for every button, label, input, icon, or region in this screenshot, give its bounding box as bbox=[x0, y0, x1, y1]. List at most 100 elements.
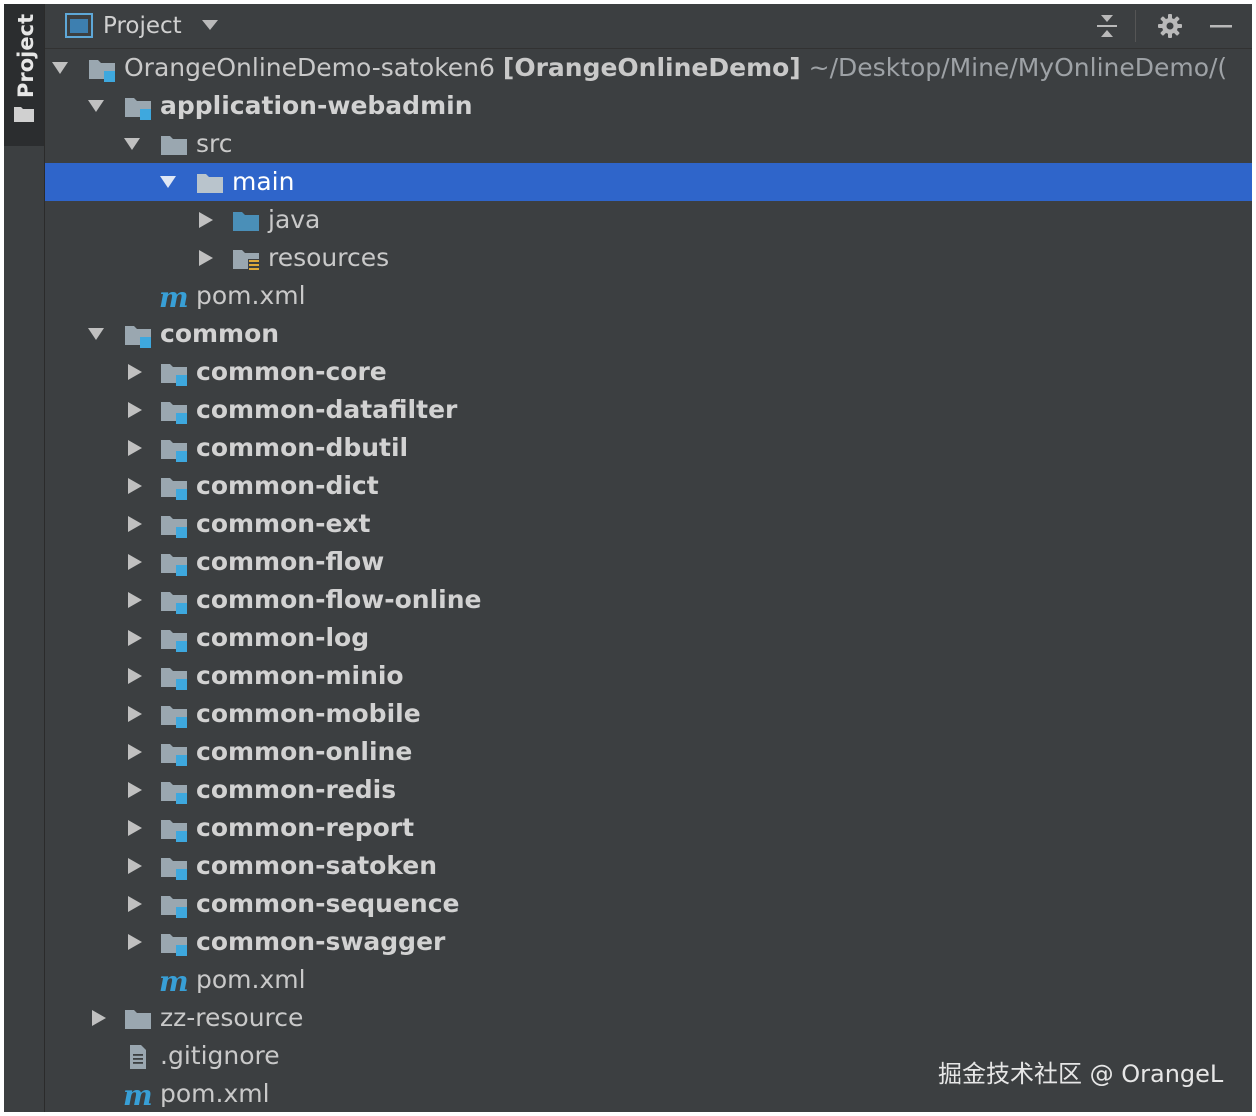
tree-label: common-core bbox=[196, 357, 387, 386]
tree-row-application-webadmin[interactable]: application-webadmin bbox=[45, 87, 1252, 125]
module-folder-icon bbox=[125, 326, 151, 348]
tree-label: common-redis bbox=[196, 775, 397, 804]
tree-row-pom[interactable]: m pom.xml bbox=[45, 277, 1252, 315]
module-folder-icon bbox=[161, 782, 187, 804]
collapsed-arrow-icon[interactable] bbox=[125, 630, 143, 646]
tree-label: resources bbox=[268, 243, 390, 272]
module-folder-icon bbox=[89, 60, 115, 82]
module-folder-icon bbox=[161, 820, 187, 842]
tree-label: common-datafilter bbox=[196, 395, 458, 424]
collapsed-arrow-icon[interactable] bbox=[125, 858, 143, 874]
tree-row-root[interactable]: OrangeOnlineDemo-satoken6 [OrangeOnlineD… bbox=[45, 49, 1252, 87]
tree-label: .gitignore bbox=[160, 1041, 280, 1070]
tree-row-common-module[interactable]: common-ext bbox=[45, 505, 1252, 543]
folder-icon bbox=[161, 136, 187, 155]
tree-label: pom.xml bbox=[196, 965, 306, 994]
expanded-arrow-icon[interactable] bbox=[159, 174, 177, 190]
tree-label: common-online bbox=[196, 737, 413, 766]
collapsed-arrow-icon[interactable] bbox=[125, 668, 143, 684]
tree-label: common-dbutil bbox=[196, 433, 409, 462]
collapsed-arrow-icon[interactable] bbox=[125, 554, 143, 570]
expanded-arrow-icon[interactable] bbox=[123, 136, 141, 152]
module-folder-icon bbox=[161, 668, 187, 690]
tree-label: pom.xml bbox=[196, 281, 306, 310]
tree-row-common-module[interactable]: common-mobile bbox=[45, 695, 1252, 733]
tree-row-zz-resource[interactable]: zz-resource bbox=[45, 999, 1252, 1037]
tree-row-common-module[interactable]: common-flow-online bbox=[45, 581, 1252, 619]
left-tool-strip: Project bbox=[4, 4, 45, 1112]
module-folder-icon bbox=[161, 402, 187, 424]
module-folder-icon bbox=[161, 364, 187, 386]
tree-row-common-module[interactable]: common-redis bbox=[45, 771, 1252, 809]
tree-label: common-satoken bbox=[196, 851, 438, 880]
root-module-name: [OrangeOnlineDemo] bbox=[502, 53, 801, 82]
project-tree: OrangeOnlineDemo-satoken6 [OrangeOnlineD… bbox=[45, 49, 1252, 1112]
tree-label: pom.xml bbox=[160, 1079, 270, 1108]
module-folder-icon bbox=[161, 592, 187, 614]
collapsed-arrow-icon[interactable] bbox=[125, 440, 143, 456]
header-divider bbox=[1135, 10, 1136, 42]
project-tool-window: Project Project OrangeOnlineDemo-satoken… bbox=[4, 4, 1252, 1112]
collapsed-arrow-icon[interactable] bbox=[125, 706, 143, 722]
collapsed-arrow-icon[interactable] bbox=[125, 820, 143, 836]
tree-row-common-module[interactable]: common-report bbox=[45, 809, 1252, 847]
tree-row-common-module[interactable]: common-minio bbox=[45, 657, 1252, 695]
folder-icon bbox=[125, 1010, 151, 1029]
tree-row-common-module[interactable]: common-dbutil bbox=[45, 429, 1252, 467]
collapsed-arrow-icon[interactable] bbox=[125, 478, 143, 494]
tree-label: application-webadmin bbox=[160, 91, 473, 120]
collapsed-arrow-icon[interactable] bbox=[125, 934, 143, 950]
source-folder-icon bbox=[233, 212, 259, 231]
tree-label: common-flow-online bbox=[196, 585, 482, 614]
watermark-text: 掘金技术社区 @ OrangeL bbox=[938, 1060, 1224, 1088]
collapsed-arrow-icon[interactable] bbox=[125, 896, 143, 912]
expanded-arrow-icon[interactable] bbox=[87, 326, 105, 342]
collapsed-arrow-icon[interactable] bbox=[125, 782, 143, 798]
tree-label: src bbox=[196, 129, 233, 158]
folder-icon bbox=[197, 174, 223, 193]
tree-row-common-module[interactable]: common-online bbox=[45, 733, 1252, 771]
tree-row-common-module[interactable]: common-datafilter bbox=[45, 391, 1252, 429]
tree-row-common[interactable]: common bbox=[45, 315, 1252, 353]
tree-row-common-module[interactable]: common-sequence bbox=[45, 885, 1252, 923]
collapsed-arrow-icon[interactable] bbox=[89, 1010, 107, 1026]
tree-row-common-module[interactable]: common-flow bbox=[45, 543, 1252, 581]
minimize-icon[interactable] bbox=[1207, 12, 1235, 40]
chevron-down-icon[interactable] bbox=[201, 19, 219, 31]
tree-label: common bbox=[160, 319, 280, 348]
maven-file-icon: m bbox=[159, 284, 189, 310]
tree-row-common-module[interactable]: common-core bbox=[45, 353, 1252, 391]
root-project-path: ~/Desktop/Mine/MyOnlineDemo/( bbox=[808, 53, 1228, 82]
collapsed-arrow-icon[interactable] bbox=[125, 592, 143, 608]
project-view-icon bbox=[65, 13, 93, 38]
gear-icon[interactable] bbox=[1156, 12, 1184, 40]
tree-row-java[interactable]: java bbox=[45, 201, 1252, 239]
tree-row-main[interactable]: main bbox=[45, 163, 1252, 201]
collapse-all-icon[interactable] bbox=[1093, 12, 1121, 40]
module-folder-icon bbox=[161, 858, 187, 880]
view-selector-title[interactable]: Project bbox=[103, 4, 182, 48]
tree-row-common-module[interactable]: common-swagger bbox=[45, 923, 1252, 961]
collapsed-arrow-icon[interactable] bbox=[125, 364, 143, 380]
tree-row-pom[interactable]: m pom.xml bbox=[45, 961, 1252, 999]
expanded-arrow-icon[interactable] bbox=[87, 98, 105, 114]
svg-text:m: m bbox=[123, 1082, 153, 1108]
module-folder-icon bbox=[161, 706, 187, 728]
project-side-tab[interactable]: Project bbox=[4, 4, 44, 146]
collapsed-arrow-icon[interactable] bbox=[125, 516, 143, 532]
module-folder-icon bbox=[161, 630, 187, 652]
tree-row-src[interactable]: src bbox=[45, 125, 1252, 163]
collapsed-arrow-icon[interactable] bbox=[196, 212, 214, 228]
collapsed-arrow-icon[interactable] bbox=[125, 744, 143, 760]
collapsed-arrow-icon[interactable] bbox=[196, 250, 214, 266]
collapsed-arrow-icon[interactable] bbox=[125, 402, 143, 418]
tree-label: common-sequence bbox=[196, 889, 460, 918]
tree-row-resources[interactable]: resources bbox=[45, 239, 1252, 277]
root-project-name: OrangeOnlineDemo-satoken6 bbox=[124, 53, 495, 82]
tree-label: common-ext bbox=[196, 509, 371, 538]
expanded-arrow-icon[interactable] bbox=[51, 60, 69, 76]
tree-label: common-swagger bbox=[196, 927, 446, 956]
tree-row-common-module[interactable]: common-dict bbox=[45, 467, 1252, 505]
tree-row-common-module[interactable]: common-satoken bbox=[45, 847, 1252, 885]
tree-row-common-module[interactable]: common-log bbox=[45, 619, 1252, 657]
